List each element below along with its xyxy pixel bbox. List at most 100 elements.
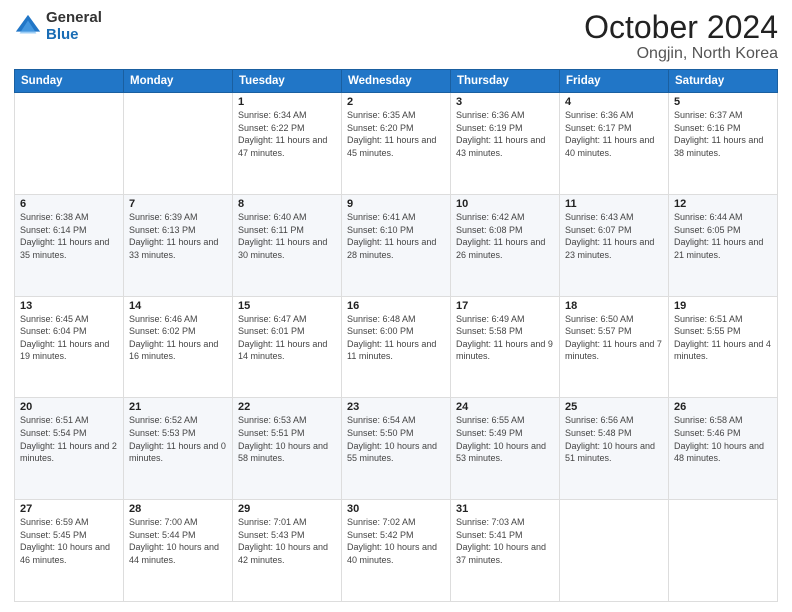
table-row: 27Sunrise: 6:59 AM Sunset: 5:45 PM Dayli…	[15, 500, 124, 602]
calendar-row: 1Sunrise: 6:34 AM Sunset: 6:22 PM Daylig…	[15, 93, 778, 195]
day-number: 25	[565, 401, 663, 413]
calendar-header-row: Sunday Monday Tuesday Wednesday Thursday…	[15, 70, 778, 93]
day-info: Sunrise: 6:41 AM Sunset: 6:10 PM Dayligh…	[347, 211, 445, 261]
day-info: Sunrise: 6:58 AM Sunset: 5:46 PM Dayligh…	[674, 414, 772, 464]
table-row	[15, 93, 124, 195]
table-row: 1Sunrise: 6:34 AM Sunset: 6:22 PM Daylig…	[233, 93, 342, 195]
day-info: Sunrise: 6:39 AM Sunset: 6:13 PM Dayligh…	[129, 211, 227, 261]
day-number: 18	[565, 300, 663, 312]
day-info: Sunrise: 6:44 AM Sunset: 6:05 PM Dayligh…	[674, 211, 772, 261]
day-number: 12	[674, 198, 772, 210]
table-row: 6Sunrise: 6:38 AM Sunset: 6:14 PM Daylig…	[15, 194, 124, 296]
col-thursday: Thursday	[451, 70, 560, 93]
day-number: 21	[129, 401, 227, 413]
calendar-row: 20Sunrise: 6:51 AM Sunset: 5:54 PM Dayli…	[15, 398, 778, 500]
day-number: 1	[238, 96, 336, 108]
day-number: 6	[20, 198, 118, 210]
calendar-row: 6Sunrise: 6:38 AM Sunset: 6:14 PM Daylig…	[15, 194, 778, 296]
day-info: Sunrise: 6:54 AM Sunset: 5:50 PM Dayligh…	[347, 414, 445, 464]
location-title: Ongjin, North Korea	[584, 45, 778, 63]
day-info: Sunrise: 7:01 AM Sunset: 5:43 PM Dayligh…	[238, 516, 336, 566]
day-number: 19	[674, 300, 772, 312]
calendar-row: 27Sunrise: 6:59 AM Sunset: 5:45 PM Dayli…	[15, 500, 778, 602]
logo-blue-text: Blue	[46, 27, 102, 44]
day-info: Sunrise: 6:42 AM Sunset: 6:08 PM Dayligh…	[456, 211, 554, 261]
table-row: 31Sunrise: 7:03 AM Sunset: 5:41 PM Dayli…	[451, 500, 560, 602]
day-info: Sunrise: 6:52 AM Sunset: 5:53 PM Dayligh…	[129, 414, 227, 464]
table-row	[124, 93, 233, 195]
day-number: 5	[674, 96, 772, 108]
table-row: 10Sunrise: 6:42 AM Sunset: 6:08 PM Dayli…	[451, 194, 560, 296]
day-info: Sunrise: 6:37 AM Sunset: 6:16 PM Dayligh…	[674, 109, 772, 159]
table-row: 16Sunrise: 6:48 AM Sunset: 6:00 PM Dayli…	[342, 296, 451, 398]
title-block: October 2024 Ongjin, North Korea	[584, 10, 778, 63]
day-info: Sunrise: 6:36 AM Sunset: 6:19 PM Dayligh…	[456, 109, 554, 159]
day-number: 3	[456, 96, 554, 108]
col-tuesday: Tuesday	[233, 70, 342, 93]
day-info: Sunrise: 6:48 AM Sunset: 6:00 PM Dayligh…	[347, 313, 445, 363]
header: General Blue October 2024 Ongjin, North …	[14, 10, 778, 63]
table-row: 26Sunrise: 6:58 AM Sunset: 5:46 PM Dayli…	[669, 398, 778, 500]
col-wednesday: Wednesday	[342, 70, 451, 93]
table-row: 9Sunrise: 6:41 AM Sunset: 6:10 PM Daylig…	[342, 194, 451, 296]
day-number: 15	[238, 300, 336, 312]
day-number: 7	[129, 198, 227, 210]
table-row: 23Sunrise: 6:54 AM Sunset: 5:50 PM Dayli…	[342, 398, 451, 500]
table-row: 7Sunrise: 6:39 AM Sunset: 6:13 PM Daylig…	[124, 194, 233, 296]
logo-icon	[14, 13, 42, 41]
day-info: Sunrise: 6:49 AM Sunset: 5:58 PM Dayligh…	[456, 313, 554, 363]
day-number: 16	[347, 300, 445, 312]
col-friday: Friday	[560, 70, 669, 93]
day-number: 8	[238, 198, 336, 210]
table-row: 14Sunrise: 6:46 AM Sunset: 6:02 PM Dayli…	[124, 296, 233, 398]
table-row: 22Sunrise: 6:53 AM Sunset: 5:51 PM Dayli…	[233, 398, 342, 500]
day-info: Sunrise: 6:59 AM Sunset: 5:45 PM Dayligh…	[20, 516, 118, 566]
table-row: 18Sunrise: 6:50 AM Sunset: 5:57 PM Dayli…	[560, 296, 669, 398]
day-info: Sunrise: 6:38 AM Sunset: 6:14 PM Dayligh…	[20, 211, 118, 261]
table-row: 20Sunrise: 6:51 AM Sunset: 5:54 PM Dayli…	[15, 398, 124, 500]
day-info: Sunrise: 6:56 AM Sunset: 5:48 PM Dayligh…	[565, 414, 663, 464]
day-info: Sunrise: 6:47 AM Sunset: 6:01 PM Dayligh…	[238, 313, 336, 363]
day-info: Sunrise: 6:40 AM Sunset: 6:11 PM Dayligh…	[238, 211, 336, 261]
table-row: 17Sunrise: 6:49 AM Sunset: 5:58 PM Dayli…	[451, 296, 560, 398]
day-info: Sunrise: 6:45 AM Sunset: 6:04 PM Dayligh…	[20, 313, 118, 363]
table-row: 8Sunrise: 6:40 AM Sunset: 6:11 PM Daylig…	[233, 194, 342, 296]
table-row: 15Sunrise: 6:47 AM Sunset: 6:01 PM Dayli…	[233, 296, 342, 398]
day-info: Sunrise: 6:35 AM Sunset: 6:20 PM Dayligh…	[347, 109, 445, 159]
table-row: 13Sunrise: 6:45 AM Sunset: 6:04 PM Dayli…	[15, 296, 124, 398]
calendar-table: Sunday Monday Tuesday Wednesday Thursday…	[14, 69, 778, 602]
day-number: 9	[347, 198, 445, 210]
day-number: 13	[20, 300, 118, 312]
day-number: 27	[20, 503, 118, 515]
table-row: 19Sunrise: 6:51 AM Sunset: 5:55 PM Dayli…	[669, 296, 778, 398]
table-row: 24Sunrise: 6:55 AM Sunset: 5:49 PM Dayli…	[451, 398, 560, 500]
day-number: 29	[238, 503, 336, 515]
table-row	[560, 500, 669, 602]
day-info: Sunrise: 7:00 AM Sunset: 5:44 PM Dayligh…	[129, 516, 227, 566]
table-row: 2Sunrise: 6:35 AM Sunset: 6:20 PM Daylig…	[342, 93, 451, 195]
logo: General Blue	[14, 10, 102, 43]
day-info: Sunrise: 6:34 AM Sunset: 6:22 PM Dayligh…	[238, 109, 336, 159]
table-row: 25Sunrise: 6:56 AM Sunset: 5:48 PM Dayli…	[560, 398, 669, 500]
col-monday: Monday	[124, 70, 233, 93]
day-info: Sunrise: 7:03 AM Sunset: 5:41 PM Dayligh…	[456, 516, 554, 566]
day-info: Sunrise: 6:51 AM Sunset: 5:54 PM Dayligh…	[20, 414, 118, 464]
day-info: Sunrise: 6:43 AM Sunset: 6:07 PM Dayligh…	[565, 211, 663, 261]
day-number: 30	[347, 503, 445, 515]
table-row: 11Sunrise: 6:43 AM Sunset: 6:07 PM Dayli…	[560, 194, 669, 296]
day-number: 24	[456, 401, 554, 413]
day-number: 11	[565, 198, 663, 210]
table-row: 3Sunrise: 6:36 AM Sunset: 6:19 PM Daylig…	[451, 93, 560, 195]
day-info: Sunrise: 6:51 AM Sunset: 5:55 PM Dayligh…	[674, 313, 772, 363]
month-title: October 2024	[584, 10, 778, 45]
page: General Blue October 2024 Ongjin, North …	[0, 0, 792, 612]
table-row: 29Sunrise: 7:01 AM Sunset: 5:43 PM Dayli…	[233, 500, 342, 602]
table-row	[669, 500, 778, 602]
table-row: 28Sunrise: 7:00 AM Sunset: 5:44 PM Dayli…	[124, 500, 233, 602]
day-info: Sunrise: 6:36 AM Sunset: 6:17 PM Dayligh…	[565, 109, 663, 159]
day-info: Sunrise: 6:53 AM Sunset: 5:51 PM Dayligh…	[238, 414, 336, 464]
day-number: 2	[347, 96, 445, 108]
calendar-row: 13Sunrise: 6:45 AM Sunset: 6:04 PM Dayli…	[15, 296, 778, 398]
day-number: 17	[456, 300, 554, 312]
table-row: 12Sunrise: 6:44 AM Sunset: 6:05 PM Dayli…	[669, 194, 778, 296]
